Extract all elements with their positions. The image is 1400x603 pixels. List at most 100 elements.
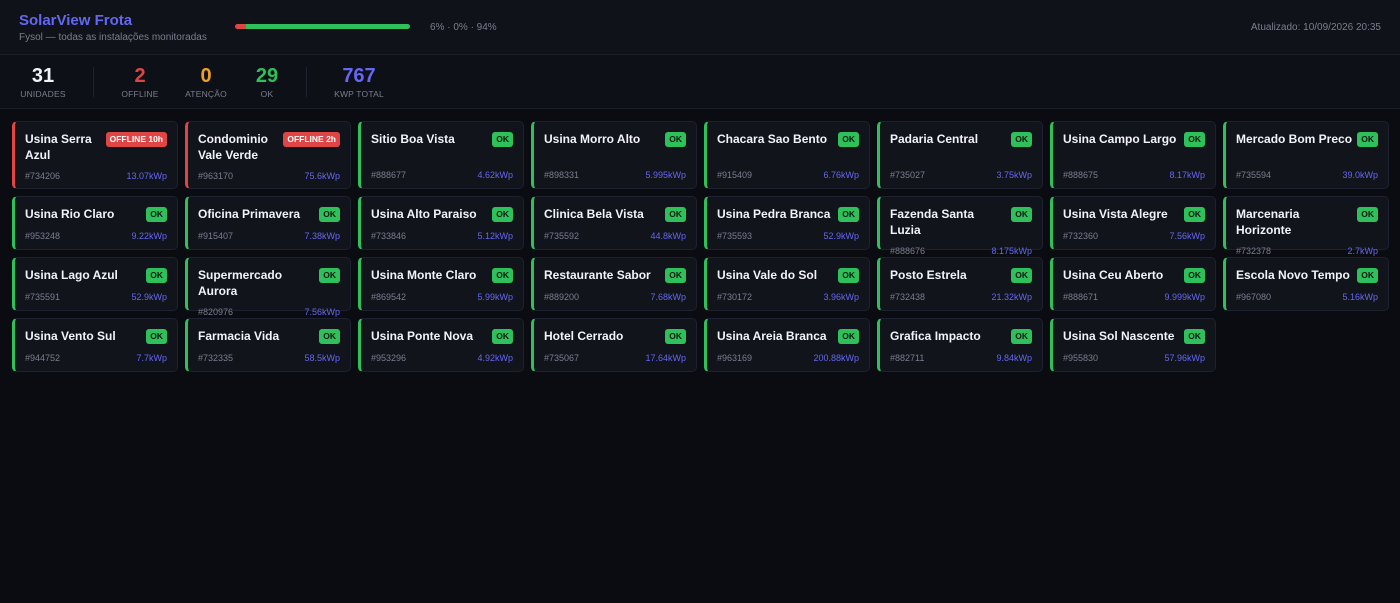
unit-card[interactable]: Usina Vale do Sol OK #730172 3.96kWp [704, 257, 870, 311]
unit-card[interactable]: Grafica Impacto OK #882711 9.84kWp [877, 318, 1043, 372]
unit-kwp: 5.16kWp [1342, 292, 1378, 302]
unit-kwp: 4.92kWp [477, 353, 513, 363]
unit-id: #915409 [717, 170, 753, 180]
unit-card[interactable]: Usina Serra Azul OFFLINE 10h #734206 13.07k… [12, 121, 178, 189]
unit-card[interactable]: Usina Vista Alegre OK #732360 7.56kWp [1050, 196, 1216, 250]
unit-card[interactable]: Usina Monte Claro OK #869542 5.99kWp [358, 257, 524, 311]
unit-card[interactable]: Condominio Vale Verde OFFLINE 2h #963170 75… [185, 121, 351, 189]
unit-card-header: Oficina Primavera OK [198, 206, 340, 222]
unit-card-footer: #963169 200.88kWp [717, 353, 859, 363]
status-badge: OK [146, 329, 167, 344]
unit-name: Usina Rio Claro [25, 207, 115, 221]
unit-card[interactable]: Usina Lago Azul OK #735591 52.9kWp [12, 257, 178, 311]
unit-card[interactable]: Sitio Boa Vista OK #888677 4.62kWp [358, 121, 524, 189]
unit-card-footer: #953296 4.92kWp [371, 353, 513, 363]
unit-card[interactable]: Usina Vento Sul OK #944752 7.7kWp [12, 318, 178, 372]
unit-card[interactable]: Usina Ceu Aberto OK #888671 9.999kWp [1050, 257, 1216, 311]
unit-kwp: 6.76kWp [823, 170, 859, 180]
unit-id: #967080 [1236, 292, 1272, 302]
unit-card-footer: #730172 3.96kWp [717, 292, 859, 302]
unit-card-header: Supermercado Aurora OK [198, 267, 340, 299]
status-badge: OK [1357, 132, 1378, 147]
stat-kwp-label: KWP TOTAL [334, 89, 384, 99]
status-badge: OK [665, 132, 686, 147]
unit-id: #953248 [25, 231, 61, 241]
unit-card[interactable]: Escola Novo Tempo OK #967080 5.16kWp [1223, 257, 1389, 311]
unit-id: #888675 [1063, 170, 1099, 180]
stat-offline-value: 2 [134, 65, 146, 87]
unit-card-header: Usina Ponte Nova OK [371, 328, 513, 344]
unit-name: Usina Areia Branca [717, 329, 827, 343]
unit-name: Sitio Boa Vista [371, 132, 455, 146]
unit-name: Supermercado Aurora [198, 268, 283, 298]
unit-card-header: Clinica Bela Vista OK [544, 206, 686, 222]
unit-name: Usina Vista Alegre [1063, 207, 1168, 221]
unit-card[interactable]: Supermercado Aurora OK #820976 7.56kWp [185, 257, 351, 317]
stat-kwp-total[interactable]: 767 KWP TOTAL [332, 64, 386, 100]
unit-card[interactable]: Marcenaria Horizonte OK #732378 2.7kWp [1223, 196, 1389, 256]
unit-card-footer: #915407 7.38kWp [198, 231, 340, 241]
unit-kwp: 7.7kWp [136, 353, 167, 363]
unit-name: Usina Vale do Sol [717, 268, 818, 282]
unit-card[interactable]: Chacara Sao Bento OK #915409 6.76kWp [704, 121, 870, 189]
unit-card[interactable]: Usina Sol Nascente OK #955830 57.96kWp [1050, 318, 1216, 372]
unit-card[interactable]: Mercado Bom Preco OK #735594 39.0kWp [1223, 121, 1389, 189]
unit-card-footer: #820976 7.56kWp [198, 307, 340, 317]
unit-card-footer: #889200 7.68kWp [544, 292, 686, 302]
status-badge: OK [838, 132, 859, 147]
unit-name: Usina Ponte Nova [371, 329, 474, 343]
unit-card[interactable]: Usina Alto Paraiso OK #733846 5.12kWp [358, 196, 524, 250]
unit-id: #944752 [25, 353, 61, 363]
stat-offline[interactable]: 2 OFFLINE [119, 64, 161, 100]
unit-name: Usina Sol Nascente [1063, 329, 1175, 343]
unit-card[interactable]: Usina Morro Alto OK #898331 5.995kWp [531, 121, 697, 189]
unit-card[interactable]: Hotel Cerrado OK #735067 17.64kWp [531, 318, 697, 372]
unit-card[interactable]: Usina Rio Claro OK #953248 9.22kWp [12, 196, 178, 250]
unit-kwp: 9.999kWp [1164, 292, 1205, 302]
unit-name: Usina Morro Alto [544, 132, 641, 146]
stat-units[interactable]: 31 UNIDADES [19, 64, 67, 100]
unit-card-header: Fazenda Santa Luzia OK [890, 206, 1032, 238]
unit-kwp: 7.56kWp [304, 307, 340, 317]
unit-name: Oficina Primavera [198, 207, 301, 221]
unit-card[interactable]: Restaurante Sabor OK #889200 7.68kWp [531, 257, 697, 311]
unit-card-footer: #963170 75.6kWp [198, 171, 340, 181]
unit-card[interactable]: Clinica Bela Vista OK #735592 44.8kWp [531, 196, 697, 250]
unit-card[interactable]: Usina Pedra Branca OK #735593 52.9kWp [704, 196, 870, 250]
stat-attention[interactable]: 0 ATENÇÃO [183, 64, 229, 100]
unit-card[interactable]: Fazenda Santa Luzia OK #888676 8.175kWp [877, 196, 1043, 256]
unit-card-header: Usina Rio Claro OK [25, 206, 167, 222]
unit-card-header: Usina Alto Paraiso OK [371, 206, 513, 222]
status-progress-bar [235, 24, 410, 29]
unit-card-footer: #944752 7.7kWp [25, 353, 167, 363]
stat-ok-label: OK [260, 89, 274, 99]
unit-kwp: 2.7kWp [1347, 246, 1378, 256]
unit-name: Marcenaria Horizonte [1236, 207, 1300, 237]
status-badge: OK [492, 132, 513, 147]
unit-name: Escola Novo Tempo [1236, 268, 1350, 282]
unit-card-header: Posto Estrela OK [890, 267, 1032, 283]
unit-id: #882711 [890, 353, 925, 363]
unit-card[interactable]: Usina Areia Branca OK #963169 200.88kWp [704, 318, 870, 372]
unit-id: #735591 [25, 292, 61, 302]
stat-ok[interactable]: 29 OK [250, 64, 284, 100]
unit-card[interactable]: Farmacia Vida OK #732335 58.5kWp [185, 318, 351, 372]
unit-card[interactable]: Oficina Primavera OK #915407 7.38kWp [185, 196, 351, 250]
unit-card-header: Usina Monte Claro OK [371, 267, 513, 283]
progress-segment-ok [245, 24, 410, 29]
status-badge: OK [1184, 268, 1205, 283]
unit-name: Clinica Bela Vista [544, 207, 644, 221]
unit-card[interactable]: Padaria Central OK #735027 3.75kWp [877, 121, 1043, 189]
progress-percentages: 6% · 0% · 94% [430, 22, 497, 33]
unit-card-footer: #735591 52.9kWp [25, 292, 167, 302]
unit-card[interactable]: Usina Ponte Nova OK #953296 4.92kWp [358, 318, 524, 372]
unit-card[interactable]: Posto Estrela OK #732438 21.32kWp [877, 257, 1043, 311]
status-badge: OK [492, 207, 513, 222]
unit-id: #888671 [1063, 292, 1099, 302]
status-badge: OK [1011, 207, 1032, 222]
unit-card-header: Usina Lago Azul OK [25, 267, 167, 283]
unit-card[interactable]: Usina Campo Largo OK #888675 8.17kWp [1050, 121, 1216, 189]
unit-kwp: 5.995kWp [645, 170, 686, 180]
unit-kwp: 75.6kWp [304, 171, 340, 181]
unit-card-header: Usina Sol Nascente OK [1063, 328, 1205, 344]
